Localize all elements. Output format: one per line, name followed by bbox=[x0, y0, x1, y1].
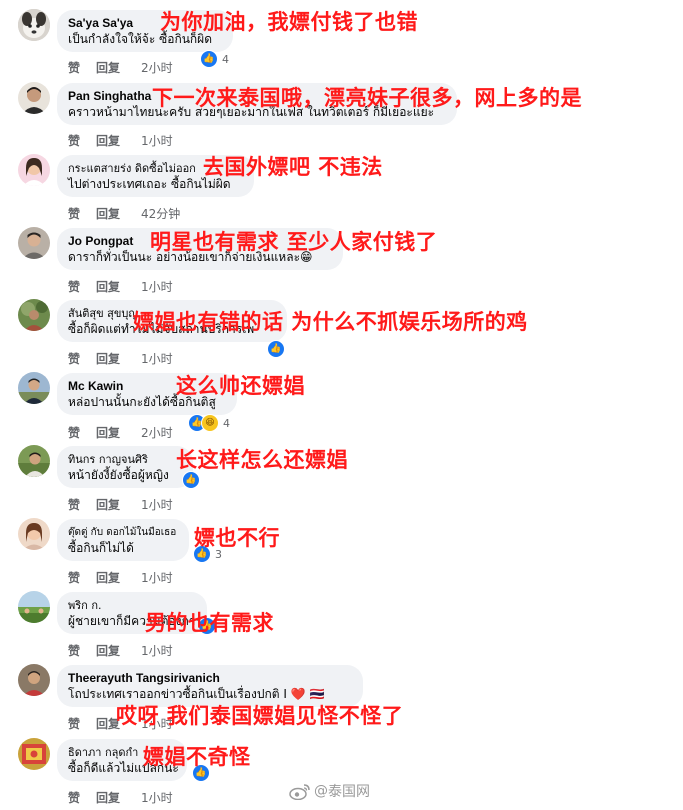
comment-actions: 赞回复 1小时 bbox=[68, 496, 173, 513]
comment-actions: 赞回复 1小时 bbox=[68, 278, 173, 295]
watermark: @ 泰国网 bbox=[289, 781, 370, 801]
comment-timestamp[interactable]: 42分钟 bbox=[141, 205, 180, 222]
reaction-count: 4 bbox=[222, 52, 229, 66]
like-reaction-icon: 👍 bbox=[267, 340, 285, 358]
like-button[interactable]: 赞 bbox=[68, 424, 96, 441]
like-button[interactable]: 赞 bbox=[68, 278, 96, 295]
reply-button[interactable]: 回复 bbox=[96, 350, 141, 367]
comment-timestamp[interactable]: 1小时 bbox=[141, 789, 173, 806]
like-button[interactable]: 赞 bbox=[68, 569, 96, 586]
comment-actions: 赞回复 1小时 bbox=[68, 132, 173, 149]
reply-button[interactable]: 回复 bbox=[96, 132, 141, 149]
like-button[interactable]: 赞 bbox=[68, 496, 96, 513]
comment-actions: 赞回复 2小时 bbox=[68, 424, 173, 441]
translation-overlay: 下一次来泰国哦，漂亮妹子很多，网上多的是 bbox=[152, 86, 582, 110]
commenter-name[interactable]: ตุ๊ดตู่ กับ ดอกไม้ในมือเธอ bbox=[68, 525, 177, 540]
reply-button[interactable]: 回复 bbox=[96, 205, 141, 222]
avatar[interactable] bbox=[18, 154, 50, 186]
comment-timestamp[interactable]: 2小时 bbox=[141, 59, 173, 76]
avatar[interactable] bbox=[18, 299, 50, 331]
translation-overlay: 嫖娼不奇怪 bbox=[143, 745, 251, 769]
comment-timestamp[interactable]: 1小时 bbox=[141, 496, 173, 513]
translation-overlay: 这么帅还嫖娼 bbox=[176, 374, 305, 398]
comment-bubble: ทินกร กาญจนศิริ หน้ายังงี้ยังซื้อผู้หญิง bbox=[57, 446, 193, 488]
translation-overlay: 长这样怎么还嫖娼 bbox=[176, 448, 348, 472]
like-button[interactable]: 赞 bbox=[68, 715, 96, 732]
like-reaction-icon: 👍 bbox=[200, 50, 218, 68]
translation-overlay: 为你加油，我嫖付钱了也错 bbox=[160, 10, 418, 34]
comment-timestamp[interactable]: 1小时 bbox=[141, 569, 173, 586]
avatar[interactable] bbox=[18, 9, 50, 41]
comment-bubble: ตุ๊ดตู่ กับ ดอกไม้ในมือเธอ ซื้อกินก็ไม่ไ… bbox=[57, 519, 189, 561]
comment-text: ซื้อกินก็ไม่ได้ bbox=[68, 541, 134, 555]
reaction-count: 4 bbox=[223, 416, 230, 430]
commenter-name[interactable]: Theerayuth Tangsirivanich bbox=[68, 671, 351, 686]
like-button[interactable]: 赞 bbox=[68, 59, 96, 76]
like-button[interactable]: 赞 bbox=[68, 789, 96, 806]
reply-button[interactable]: 回复 bbox=[96, 59, 141, 76]
weibo-logo-icon bbox=[289, 783, 310, 800]
comment-actions: 赞回复 1小时 bbox=[68, 642, 173, 659]
watermark-at: @ bbox=[314, 783, 328, 799]
comment-actions: 赞回复 2小时 bbox=[68, 59, 173, 76]
comment-timestamp[interactable]: 1小时 bbox=[141, 350, 173, 367]
reply-button[interactable]: 回复 bbox=[96, 569, 141, 586]
commenter-name[interactable]: ทินกร กาญจนศิริ bbox=[68, 452, 181, 467]
translation-overlay: 男的也有需求 bbox=[145, 611, 274, 635]
comment-timestamp[interactable]: 1小时 bbox=[141, 278, 173, 295]
reply-button[interactable]: 回复 bbox=[96, 424, 141, 441]
comment-text: หน้ายังงี้ยังซื้อผู้หญิง bbox=[68, 468, 169, 482]
like-button[interactable]: 赞 bbox=[68, 642, 96, 659]
like-button[interactable]: 赞 bbox=[68, 350, 96, 367]
reaction-summary[interactable]: 👍 bbox=[267, 340, 285, 358]
like-button[interactable]: 赞 bbox=[68, 132, 96, 149]
avatar[interactable] bbox=[18, 591, 50, 623]
comment-actions: 赞回复 1小时 bbox=[68, 569, 173, 586]
reply-button[interactable]: 回复 bbox=[96, 789, 141, 806]
translation-overlay: 哎呀 我们泰国嫖娼见怪不怪了 bbox=[116, 704, 404, 728]
comment-actions: 赞回复 1小时 bbox=[68, 789, 173, 806]
reply-button[interactable]: 回复 bbox=[96, 496, 141, 513]
translation-overlay: 嫖娼也有错的话 为什么不抓娱乐场所的鸡 bbox=[133, 310, 528, 334]
reaction-summary[interactable]: 👍 4 bbox=[200, 50, 229, 68]
reply-button[interactable]: 回复 bbox=[96, 278, 141, 295]
avatar[interactable] bbox=[18, 372, 50, 404]
watermark-text: 泰国网 bbox=[328, 784, 370, 800]
avatar[interactable] bbox=[18, 518, 50, 550]
comment-timestamp[interactable]: 2小时 bbox=[141, 424, 173, 441]
reply-button[interactable]: 回复 bbox=[96, 642, 141, 659]
avatar[interactable] bbox=[18, 664, 50, 696]
comment-timestamp[interactable]: 1小时 bbox=[141, 132, 173, 149]
comment-actions: 赞回复 1小时 bbox=[68, 350, 173, 367]
reaction-summary[interactable]: 👍 😆 4 bbox=[188, 414, 230, 432]
like-button[interactable]: 赞 bbox=[68, 205, 96, 222]
avatar[interactable] bbox=[18, 227, 50, 259]
translation-overlay: 嫖也不行 bbox=[194, 526, 280, 550]
avatar[interactable] bbox=[18, 738, 50, 770]
translation-overlay: 明星也有需求 至少人家付钱了 bbox=[150, 230, 438, 254]
haha-reaction-icon: 😆 bbox=[201, 414, 219, 432]
avatar[interactable] bbox=[18, 82, 50, 114]
avatar[interactable] bbox=[18, 445, 50, 477]
comment-actions: 赞回复 42分钟 bbox=[68, 205, 180, 222]
comment-timestamp[interactable]: 1小时 bbox=[141, 642, 173, 659]
translation-overlay: 去国外嫖吧 不违法 bbox=[203, 155, 383, 179]
